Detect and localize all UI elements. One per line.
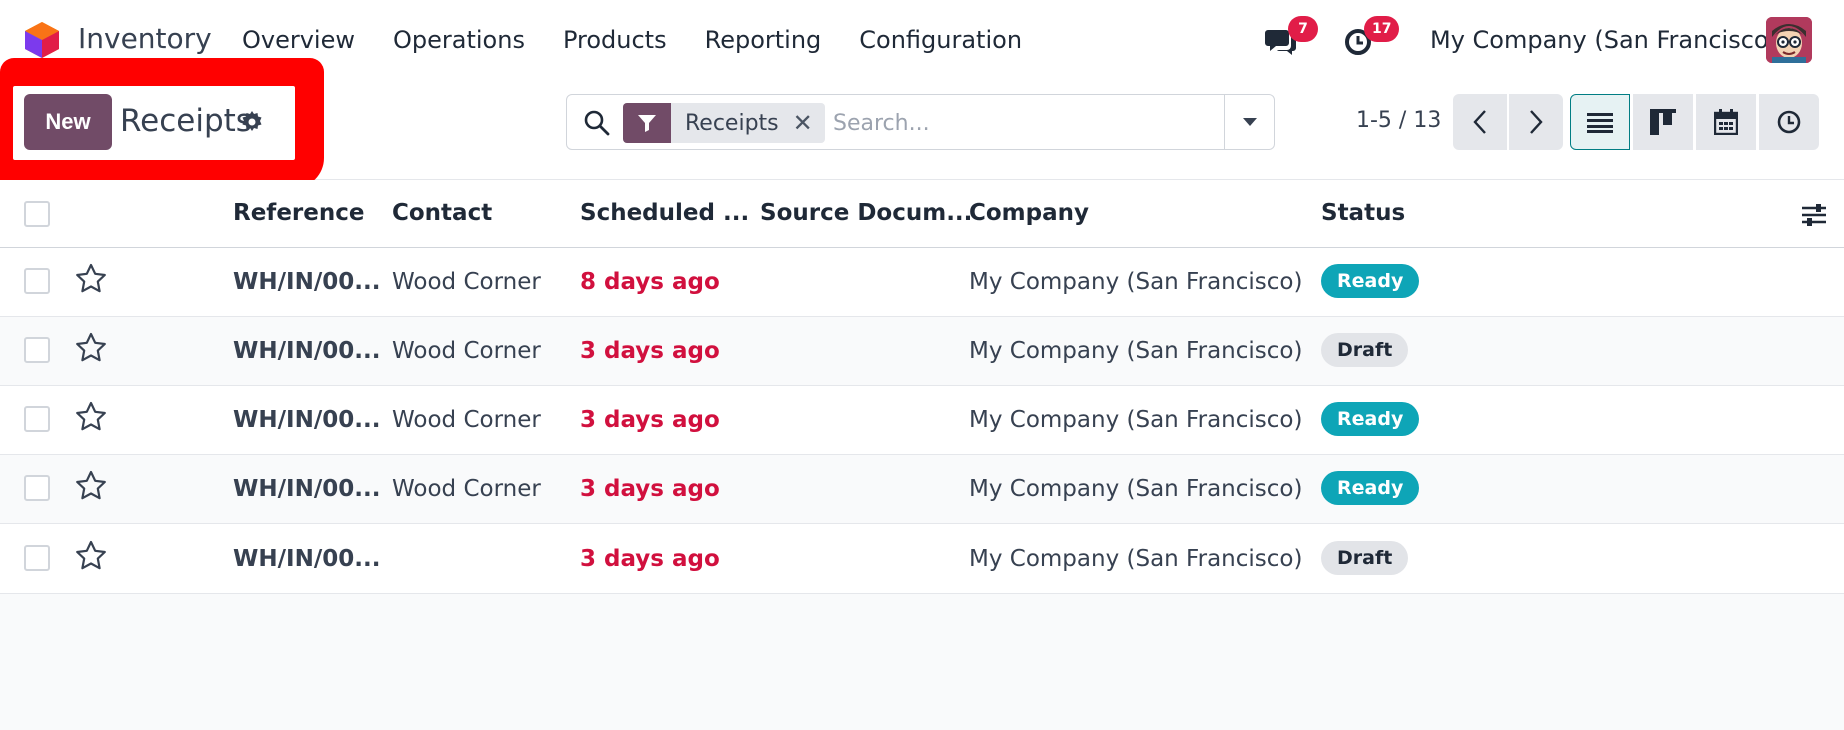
app-name[interactable]: Inventory	[78, 22, 212, 55]
column-header-scheduled[interactable]: Scheduled ...	[580, 200, 749, 226]
star-icon[interactable]	[74, 469, 108, 503]
cell-contact: Wood Corner	[392, 476, 541, 502]
status-badge: Draft	[1321, 541, 1409, 575]
cell-company: My Company (San Francisco)	[969, 269, 1303, 295]
table-row[interactable]: WH/IN/00... Wood Corner 3 days ago My Co…	[0, 455, 1844, 524]
search-options-toggle[interactable]	[1224, 95, 1274, 149]
cell-reference: WH/IN/00...	[233, 476, 381, 502]
row-checkbox[interactable]	[24, 268, 50, 294]
list-view-button[interactable]	[1570, 94, 1630, 150]
table-row[interactable]: WH/IN/00... Wood Corner 3 days ago My Co…	[0, 317, 1844, 386]
menu-configuration[interactable]: Configuration	[859, 26, 1022, 54]
cell-reference: WH/IN/00...	[233, 338, 381, 364]
table-row[interactable]: WH/IN/00... 3 days ago My Company (San F…	[0, 524, 1844, 594]
pager-next-button[interactable]	[1509, 94, 1563, 150]
cell-contact: Wood Corner	[392, 338, 541, 364]
status-badge: Ready	[1321, 471, 1420, 505]
user-avatar-icon	[1766, 17, 1812, 63]
row-checkbox[interactable]	[24, 337, 50, 363]
row-checkbox[interactable]	[24, 545, 50, 571]
calendar-view-button[interactable]	[1696, 94, 1756, 150]
main-menu: Overview Operations Products Reporting C…	[242, 26, 1060, 54]
company-switcher[interactable]: My Company (San Francisco)	[1430, 26, 1778, 54]
facet-remove-button[interactable]: ✕	[793, 103, 825, 143]
column-header-contact[interactable]: Contact	[392, 200, 492, 226]
cell-scheduled: 3 days ago	[580, 407, 720, 433]
activities-count-badge: 17	[1364, 16, 1400, 42]
menu-reporting[interactable]: Reporting	[705, 26, 822, 54]
menu-overview[interactable]: Overview	[242, 26, 355, 54]
avatar[interactable]	[1766, 17, 1812, 63]
column-header-source-document[interactable]: Source Docum...	[760, 200, 972, 226]
pager-previous-button[interactable]	[1453, 94, 1507, 150]
caret-down-icon	[1242, 118, 1257, 126]
cell-scheduled: 3 days ago	[580, 338, 720, 364]
star-icon[interactable]	[74, 262, 108, 296]
star-icon[interactable]	[74, 331, 108, 365]
menu-operations[interactable]: Operations	[393, 26, 525, 54]
page-title[interactable]: Receipts	[120, 103, 252, 139]
search-icon[interactable]	[583, 109, 611, 137]
table-row[interactable]: WH/IN/00... Wood Corner 3 days ago My Co…	[0, 386, 1844, 455]
facet-label: Receipts	[685, 110, 779, 136]
cell-scheduled: 3 days ago	[580, 546, 720, 572]
star-icon[interactable]	[74, 400, 108, 434]
cell-scheduled: 3 days ago	[580, 476, 720, 502]
pager-value[interactable]: 1-5 / 13	[1356, 108, 1441, 133]
chevron-left-icon	[1473, 110, 1486, 134]
cell-company: My Company (San Francisco)	[969, 407, 1303, 433]
menu-products[interactable]: Products	[563, 26, 667, 54]
list-view-icon	[1587, 113, 1613, 133]
app-logo-icon[interactable]	[23, 20, 61, 60]
column-header-status[interactable]: Status	[1321, 200, 1405, 226]
table-row[interactable]: WH/IN/00... Wood Corner 8 days ago My Co…	[0, 248, 1844, 317]
status-badge: Ready	[1321, 264, 1420, 298]
cell-company: My Company (San Francisco)	[969, 338, 1303, 364]
column-header-reference[interactable]: Reference	[233, 200, 364, 226]
select-all-checkbox[interactable]	[24, 201, 50, 227]
chevron-right-icon	[1530, 110, 1543, 134]
column-header-company[interactable]: Company	[969, 200, 1089, 226]
status-badge: Ready	[1321, 402, 1420, 436]
new-button[interactable]: New	[24, 94, 112, 150]
row-checkbox[interactable]	[24, 406, 50, 432]
kanban-view-button[interactable]	[1633, 94, 1693, 150]
optional-columns-icon[interactable]	[1800, 202, 1828, 228]
filter-icon	[623, 103, 671, 143]
kanban-view-icon	[1650, 109, 1676, 135]
search-facet: Receipts ✕	[623, 103, 825, 143]
cell-company: My Company (San Francisco)	[969, 476, 1303, 502]
cell-contact: Wood Corner	[392, 269, 541, 295]
activity-view-icon	[1777, 110, 1801, 134]
search-bar: Receipts ✕	[566, 94, 1275, 150]
cell-reference: WH/IN/00...	[233, 269, 381, 295]
cell-reference: WH/IN/00...	[233, 407, 381, 433]
gear-icon[interactable]	[240, 110, 264, 134]
messages-count-badge: 7	[1288, 16, 1318, 42]
cell-reference: WH/IN/00...	[233, 546, 381, 572]
star-icon[interactable]	[74, 539, 108, 573]
list-header: Reference Contact Scheduled ... Source D…	[0, 180, 1844, 248]
calendar-view-icon	[1714, 109, 1738, 135]
activity-view-button[interactable]	[1759, 94, 1819, 150]
cell-scheduled: 8 days ago	[580, 269, 720, 295]
status-badge: Draft	[1321, 333, 1409, 367]
row-checkbox[interactable]	[24, 475, 50, 501]
search-input[interactable]	[833, 103, 1213, 143]
cell-contact: Wood Corner	[392, 407, 541, 433]
cell-company: My Company (San Francisco)	[969, 546, 1303, 572]
